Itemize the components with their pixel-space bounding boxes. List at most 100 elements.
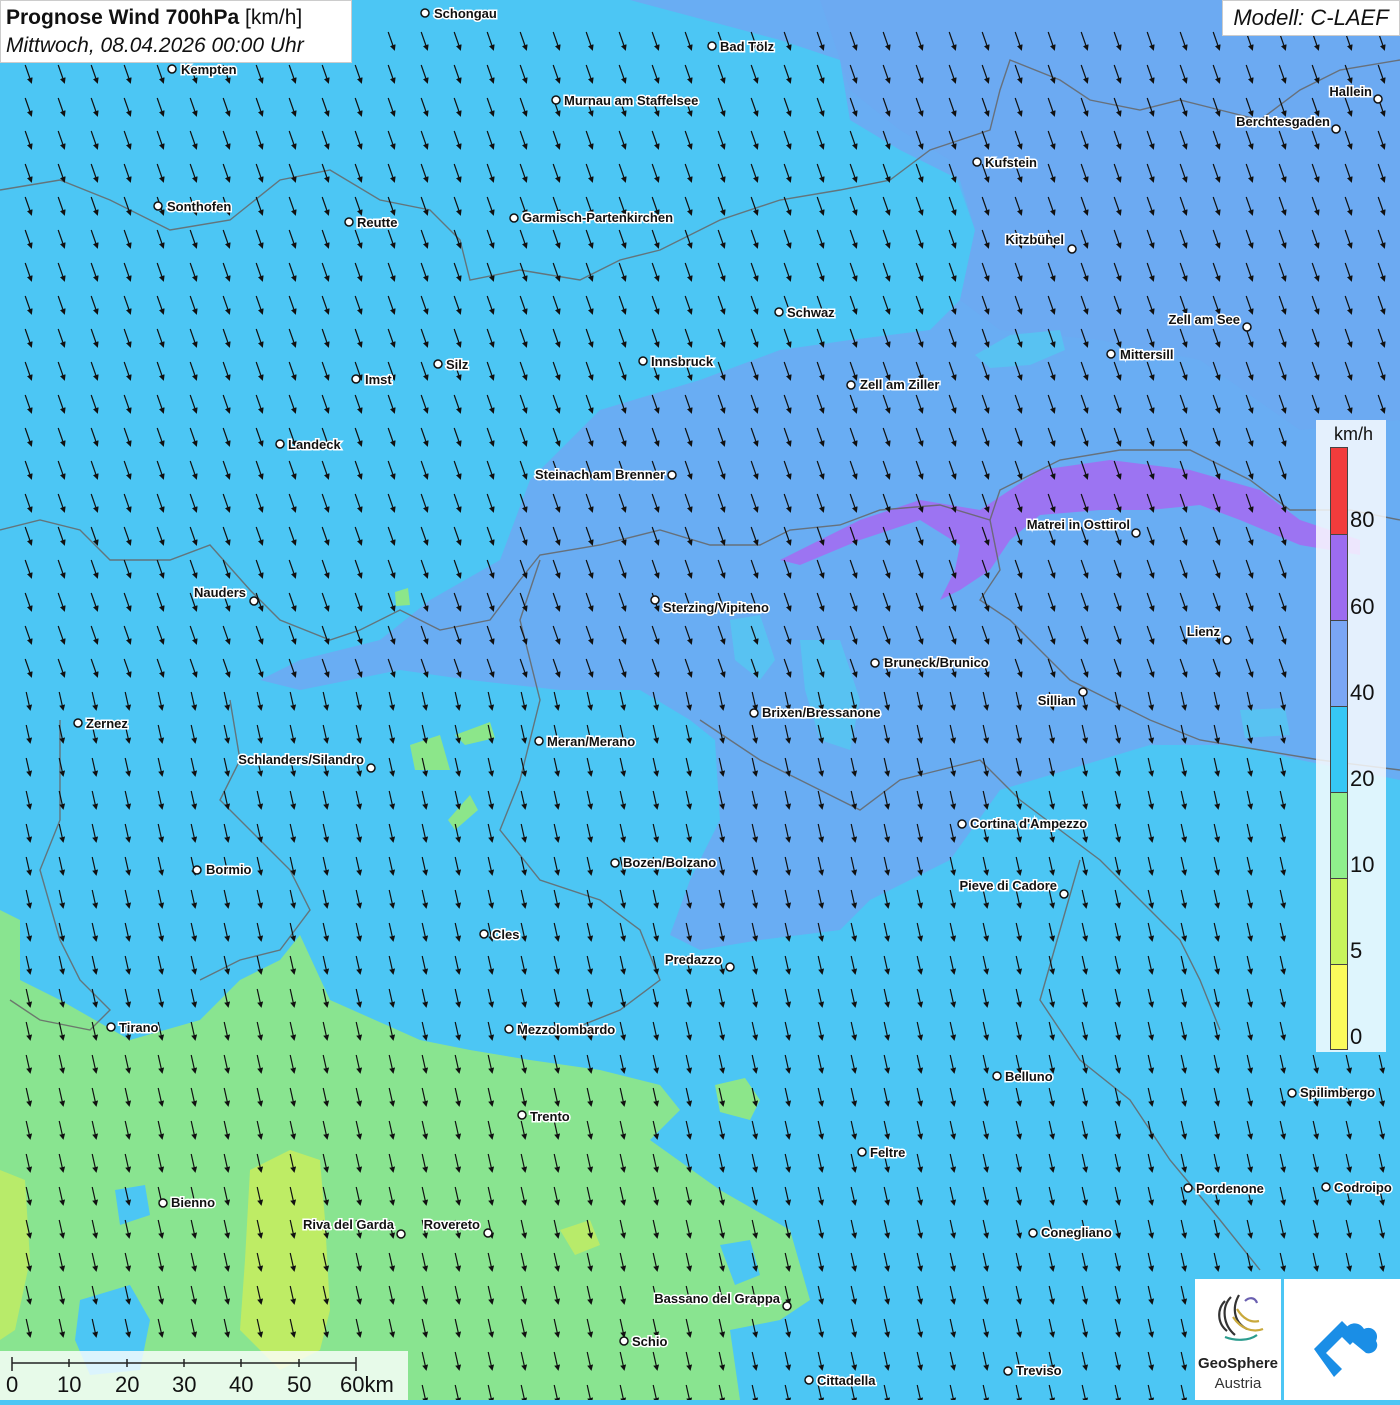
wind-map[interactable]: Schongau Bad Tölz Kempten Murnau am Staffel… xyxy=(0,0,1400,1400)
city-marker xyxy=(1078,687,1088,697)
scale-label: 20 xyxy=(115,1372,140,1397)
city-marker xyxy=(1059,889,1069,899)
legend-swatch-80-plus xyxy=(1330,447,1348,535)
city-marker xyxy=(192,865,202,875)
scale-label: 0 xyxy=(6,1372,19,1397)
city-marker xyxy=(972,157,982,167)
legend-label: 80 xyxy=(1350,507,1375,532)
city-marker xyxy=(1106,349,1116,359)
city-marker xyxy=(366,763,376,773)
map-title-unit: [km/h] xyxy=(245,6,303,29)
city-marker xyxy=(1287,1088,1297,1098)
city-marker xyxy=(638,356,648,366)
city-label: Zell am Ziller xyxy=(860,377,939,392)
city-marker xyxy=(153,201,163,211)
city-marker xyxy=(774,307,784,317)
geosphere-logo-icon xyxy=(1218,1294,1264,1341)
city-label: Innsbruck xyxy=(651,354,714,369)
map-title-box: Prognose Wind 700hPa [km/h] Mittwoch, 08… xyxy=(0,0,352,63)
city-marker xyxy=(1222,635,1232,645)
city-marker xyxy=(1131,528,1141,538)
legend-label: 10 xyxy=(1350,852,1375,877)
legend-unit: km/h xyxy=(1334,424,1374,444)
scale-label: 10 xyxy=(57,1372,82,1397)
city-marker xyxy=(707,41,717,51)
scale-label: 30 xyxy=(172,1372,197,1397)
city-marker xyxy=(667,470,677,480)
city-marker xyxy=(870,658,880,668)
city-label: Riva del Garda xyxy=(303,1217,395,1232)
city-marker xyxy=(782,1301,792,1311)
city-label: Kitzbühel xyxy=(1006,232,1065,247)
city-marker xyxy=(957,819,967,829)
city-marker xyxy=(479,929,489,939)
city-label: Cittadella xyxy=(817,1373,876,1388)
city-marker xyxy=(1242,322,1252,332)
city-label: Bozen/Bolzano xyxy=(623,855,716,870)
city-marker xyxy=(1321,1182,1331,1192)
city-label: Hallein xyxy=(1329,84,1372,99)
city-label: Feltre xyxy=(870,1145,905,1160)
city-label: Steinach am Brenner xyxy=(535,467,665,482)
model-label: Modell: C-LAEF xyxy=(1222,0,1400,36)
city-label: Matrei in Osttirol xyxy=(1027,517,1130,532)
city-label: Sonthofen xyxy=(167,199,231,214)
city-label: Schio xyxy=(632,1334,667,1349)
city-marker xyxy=(351,374,361,384)
cloud-arrow-logo-icon xyxy=(1314,1321,1378,1377)
city-label: Predazzo xyxy=(665,952,722,967)
wind-band-5-10 xyxy=(240,1150,330,1370)
city-label: Schwaz xyxy=(787,305,835,320)
city-label: Murnau am Staffelsee xyxy=(564,93,698,108)
geosphere-logo-text: GeoSphere xyxy=(1197,1355,1279,1372)
city-marker xyxy=(344,217,354,227)
city-label: Treviso xyxy=(1016,1363,1062,1378)
city-marker xyxy=(517,1110,527,1120)
city-marker xyxy=(551,95,561,105)
scale-label: 60km xyxy=(340,1372,394,1397)
legend-swatch-20-40 xyxy=(1330,706,1348,793)
map-title: Prognose Wind 700hPa [km/h] xyxy=(6,6,303,29)
city-label: Spilimbergo xyxy=(1300,1085,1375,1100)
city-marker xyxy=(1003,1366,1013,1376)
city-label: Imst xyxy=(365,372,392,387)
weather-app-logo-box xyxy=(1284,1279,1400,1400)
city-label: Codroipo xyxy=(1334,1180,1392,1195)
city-marker xyxy=(167,64,177,74)
city-label: Zell am See xyxy=(1168,312,1240,327)
map-subtitle: Mittwoch, 08.04.2026 00:00 Uhr xyxy=(6,34,304,57)
city-marker xyxy=(275,439,285,449)
city-label: Meran/Merano xyxy=(547,734,635,749)
city-marker xyxy=(650,595,660,605)
city-label: Bad Tölz xyxy=(720,39,775,54)
city-marker xyxy=(106,1022,116,1032)
city-label: Bassano del Grappa xyxy=(654,1291,780,1306)
city-label: Garmisch-Partenkirchen xyxy=(522,210,673,225)
city-marker xyxy=(483,1228,493,1238)
legend-label: 20 xyxy=(1350,766,1375,791)
city-marker xyxy=(804,1375,814,1385)
legend-swatch-5-10 xyxy=(1330,878,1348,965)
city-label: Brixen/Bressanone xyxy=(762,705,881,720)
city-marker xyxy=(420,8,430,18)
city-label: Landeck xyxy=(288,437,342,452)
city-marker xyxy=(610,858,620,868)
legend-swatch-60-80 xyxy=(1330,534,1348,621)
city-marker xyxy=(1067,244,1077,254)
city-marker xyxy=(509,213,519,223)
city-label: Cles xyxy=(492,927,519,942)
city-label: Kufstein xyxy=(985,155,1037,170)
city-label: Rovereto xyxy=(424,1217,480,1232)
city-label: Silz xyxy=(446,357,469,372)
legend-label: 60 xyxy=(1350,594,1375,619)
city-marker xyxy=(158,1198,168,1208)
city-label: Conegliano xyxy=(1041,1225,1112,1240)
city-marker xyxy=(1183,1183,1193,1193)
city-label: Berchtesgaden xyxy=(1236,114,1330,129)
legend-label: 5 xyxy=(1350,938,1363,963)
city-marker xyxy=(396,1229,406,1239)
city-marker xyxy=(249,596,259,606)
legend-swatch-10-20 xyxy=(1330,792,1348,879)
city-marker xyxy=(846,380,856,390)
city-label: Pieve di Cadore xyxy=(959,878,1057,893)
